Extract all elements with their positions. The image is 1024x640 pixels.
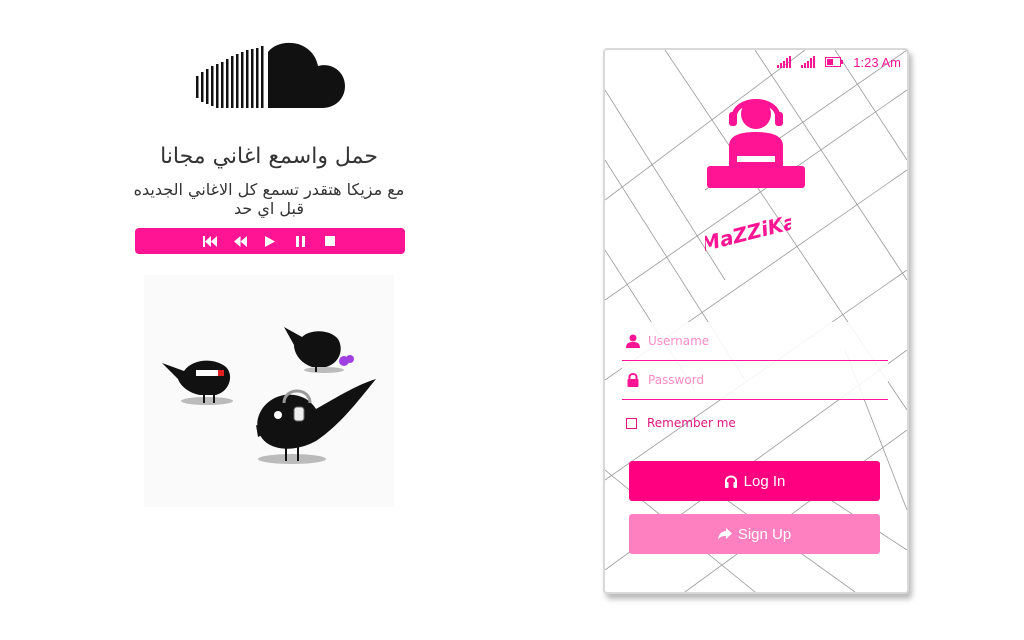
status-bar: 1:23 Am bbox=[777, 54, 901, 70]
birds-illustration bbox=[144, 275, 394, 507]
login-label: Log In bbox=[743, 472, 786, 490]
soundcloud-logo bbox=[196, 42, 345, 108]
first-icon[interactable] bbox=[202, 233, 218, 249]
signup-button[interactable]: Sign Up bbox=[629, 514, 880, 554]
wifi-signal-icon bbox=[801, 56, 816, 68]
dj-icon bbox=[707, 99, 805, 188]
brand-logo: MaZZiKa bbox=[705, 212, 791, 252]
headphones-icon bbox=[724, 475, 737, 488]
player-controls bbox=[135, 228, 405, 254]
play-icon[interactable] bbox=[262, 233, 278, 249]
battery-icon bbox=[825, 57, 844, 67]
stop-icon[interactable] bbox=[322, 233, 338, 249]
headline: حمل واسمع اغاني مجانا bbox=[160, 144, 378, 169]
password-field bbox=[622, 361, 888, 400]
signal-icon bbox=[777, 56, 792, 68]
remember-me-label: Remember me bbox=[647, 416, 736, 430]
user-icon bbox=[626, 334, 640, 348]
login-form: Remember me bbox=[622, 322, 888, 434]
lock-icon bbox=[627, 373, 639, 387]
username-input[interactable] bbox=[648, 334, 888, 348]
phone-frame: 1:23 Am MaZZiKa Username Remember me Log… bbox=[603, 48, 909, 594]
share-arrow-icon bbox=[717, 528, 732, 540]
remember-me: Remember me bbox=[622, 412, 888, 434]
status-time: 1:23 Am bbox=[853, 54, 901, 70]
rewind-icon[interactable] bbox=[232, 233, 248, 249]
login-button[interactable]: Log In bbox=[629, 461, 880, 501]
password-input[interactable] bbox=[648, 373, 888, 387]
subheadline: مع مزيكا هتقدر تسمع كل الاغاني الجديده ق… bbox=[133, 180, 405, 218]
username-field bbox=[622, 322, 888, 361]
svg-text:MaZZiKa: MaZZiKa bbox=[705, 212, 791, 252]
pause-icon[interactable] bbox=[292, 233, 308, 249]
remember-me-checkbox[interactable] bbox=[626, 417, 637, 429]
signup-label: Sign Up bbox=[737, 525, 792, 543]
